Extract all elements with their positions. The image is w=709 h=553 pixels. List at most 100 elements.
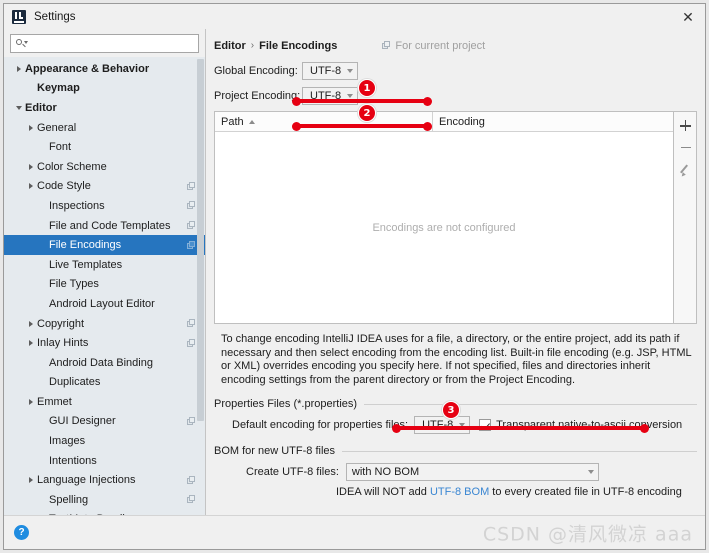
sidebar-item-label: General (37, 121, 77, 134)
sidebar-item-images[interactable]: Images (4, 431, 205, 451)
create-utf8-select[interactable]: with NO BOM (345, 463, 599, 481)
sidebar-item-keymap[interactable]: Keymap (4, 79, 205, 99)
global-encoding-value: UTF-8 (310, 64, 342, 77)
help-icon[interactable]: ? (14, 525, 29, 540)
chevron-right-icon[interactable] (24, 398, 37, 405)
chevron-right-icon[interactable] (24, 340, 37, 347)
dialog-footer: ? CSDN @清风微凉 aaa (4, 515, 705, 549)
chevron-right-icon[interactable] (24, 477, 37, 484)
sidebar-item-emmet[interactable]: Emmet (4, 392, 205, 412)
sidebar-item-file-encodings[interactable]: File Encodings (4, 235, 205, 255)
sidebar-item-label: Emmet (37, 395, 72, 408)
default-properties-encoding-label: Default encoding for properties files: (232, 419, 409, 431)
group-divider (364, 403, 697, 405)
sidebar-item-label: Inlay Hints (37, 337, 89, 350)
project-scope-icon (187, 319, 196, 328)
sidebar-item-android-layout-editor[interactable]: Android Layout Editor (4, 294, 205, 314)
chevron-right-icon[interactable] (24, 124, 37, 131)
sidebar-item-android-data-binding[interactable]: Android Data Binding (4, 353, 205, 373)
sidebar-item-spelling[interactable]: Spelling (4, 490, 205, 510)
search-input[interactable] (27, 36, 198, 51)
project-encoding-label: Project Encoding: (214, 89, 301, 102)
global-encoding-row: Global Encoding: UTF-8 (214, 60, 697, 81)
group-divider (342, 450, 697, 452)
intellij-idea-icon (12, 9, 26, 24)
sidebar-item-intentions[interactable]: Intentions (4, 451, 205, 471)
column-header-path[interactable]: Path (215, 112, 433, 131)
table-toolbar (674, 111, 697, 324)
sidebar-item-label: File Types (49, 278, 99, 291)
for-current-project-text: For current project (395, 39, 486, 52)
sidebar-item-label: Live Templates (49, 258, 123, 271)
global-encoding-label: Global Encoding: (214, 64, 298, 77)
sidebar-item-inspections[interactable]: Inspections (4, 196, 205, 216)
sidebar-item-file-and-code-templates[interactable]: File and Code Templates (4, 216, 205, 236)
project-scope-icon (187, 475, 196, 485)
sidebar-item-label: Color Scheme (37, 160, 107, 173)
annotation-badge-2: 2 (358, 104, 376, 122)
sidebar-item-appearance-behavior[interactable]: Appearance & Behavior (4, 59, 205, 79)
add-icon[interactable] (676, 116, 695, 135)
bom-hint-prefix: IDEA will NOT add (336, 486, 430, 498)
chevron-down-icon[interactable] (12, 105, 25, 110)
table-header: Path Encoding (215, 112, 673, 132)
sidebar-scrollbar[interactable] (197, 59, 204, 421)
sidebar-item-label: Inspections (49, 199, 105, 212)
sidebar-item-label: File Encodings (49, 239, 122, 252)
chevron-right-icon[interactable] (24, 163, 37, 170)
breadcrumb: Editor › File Encodings For current proj… (214, 35, 697, 56)
sidebar-item-general[interactable]: General (4, 118, 205, 138)
breadcrumb-parent[interactable]: Editor (214, 40, 246, 52)
project-encoding-row: Project Encoding: UTF-8 (214, 85, 697, 106)
table-empty-text: Encodings are not configured (372, 221, 516, 234)
annotation-underline-3 (392, 423, 649, 433)
settings-sidebar: Appearance & Behavior Keymap Editor General… (4, 29, 206, 515)
project-scope-icon (187, 240, 196, 250)
default-properties-encoding-select[interactable]: UTF-8 (414, 416, 471, 434)
default-properties-encoding-row: Default encoding for properties files: U… (214, 416, 697, 434)
chevron-right-icon[interactable] (12, 65, 25, 72)
project-scope-icon (187, 338, 196, 348)
sidebar-item-copyright[interactable]: Copyright (4, 314, 205, 334)
encodings-table[interactable]: Path Encoding Encodings are not configur… (214, 111, 674, 324)
sidebar-item-label: Spelling (49, 493, 89, 506)
annotation-underline-1 (292, 96, 432, 106)
bom-group: BOM for new UTF-8 files (214, 445, 697, 457)
column-header-path-label: Path (221, 115, 244, 128)
project-scope-icon (187, 221, 196, 230)
sidebar-item-editor[interactable]: Editor (4, 98, 205, 118)
sidebar-item-inlay-hints[interactable]: Inlay Hints (4, 333, 205, 353)
column-header-encoding[interactable]: Encoding (433, 112, 673, 131)
project-scope-icon (187, 495, 196, 504)
sidebar-item-gui-designer[interactable]: GUI Designer (4, 412, 205, 432)
global-encoding-select[interactable]: UTF-8 (302, 61, 358, 80)
settings-tree[interactable]: Appearance & Behavior Keymap Editor General… (4, 57, 205, 515)
sidebar-item-font[interactable]: Font (4, 137, 205, 157)
edit-pencil-icon[interactable] (676, 160, 695, 179)
file-encodings-panel: Editor › File Encodings For current proj… (206, 29, 705, 515)
sidebar-item-live-templates[interactable]: Live Templates (4, 255, 205, 275)
sidebar-item-color-scheme[interactable]: Color Scheme (4, 157, 205, 177)
sidebar-item-file-types[interactable]: File Types (4, 275, 205, 295)
project-scope-icon (187, 181, 196, 191)
remove-icon[interactable] (676, 138, 695, 157)
window-title: Settings (34, 10, 76, 23)
sidebar-item-label: Code Style (37, 180, 91, 193)
close-icon[interactable]: ✕ (677, 7, 699, 27)
search-box[interactable] (10, 34, 199, 53)
bom-group-title: BOM for new UTF-8 files (214, 445, 336, 457)
chevron-right-icon[interactable] (24, 320, 37, 327)
title-bar: Settings ✕ (4, 4, 705, 29)
sidebar-item-code-style[interactable]: Code Style (4, 177, 205, 197)
properties-files-group-title: Properties Files (*.properties) (214, 398, 358, 410)
sidebar-item-duplicates[interactable]: Duplicates (4, 373, 205, 393)
create-utf8-row: Create UTF-8 files: with NO BOM (214, 463, 697, 481)
breadcrumb-current: File Encodings (259, 39, 338, 52)
sidebar-item-label: Font (49, 141, 72, 154)
sidebar-item-label: Editor (25, 101, 57, 114)
sidebar-item-label: Keymap (37, 82, 80, 95)
chevron-right-icon[interactable] (24, 183, 37, 190)
annotation-badge-1: 1 (358, 79, 376, 97)
utf8-bom-link[interactable]: UTF-8 BOM (430, 486, 489, 498)
sidebar-item-language-injections[interactable]: Language Injections (4, 470, 205, 490)
